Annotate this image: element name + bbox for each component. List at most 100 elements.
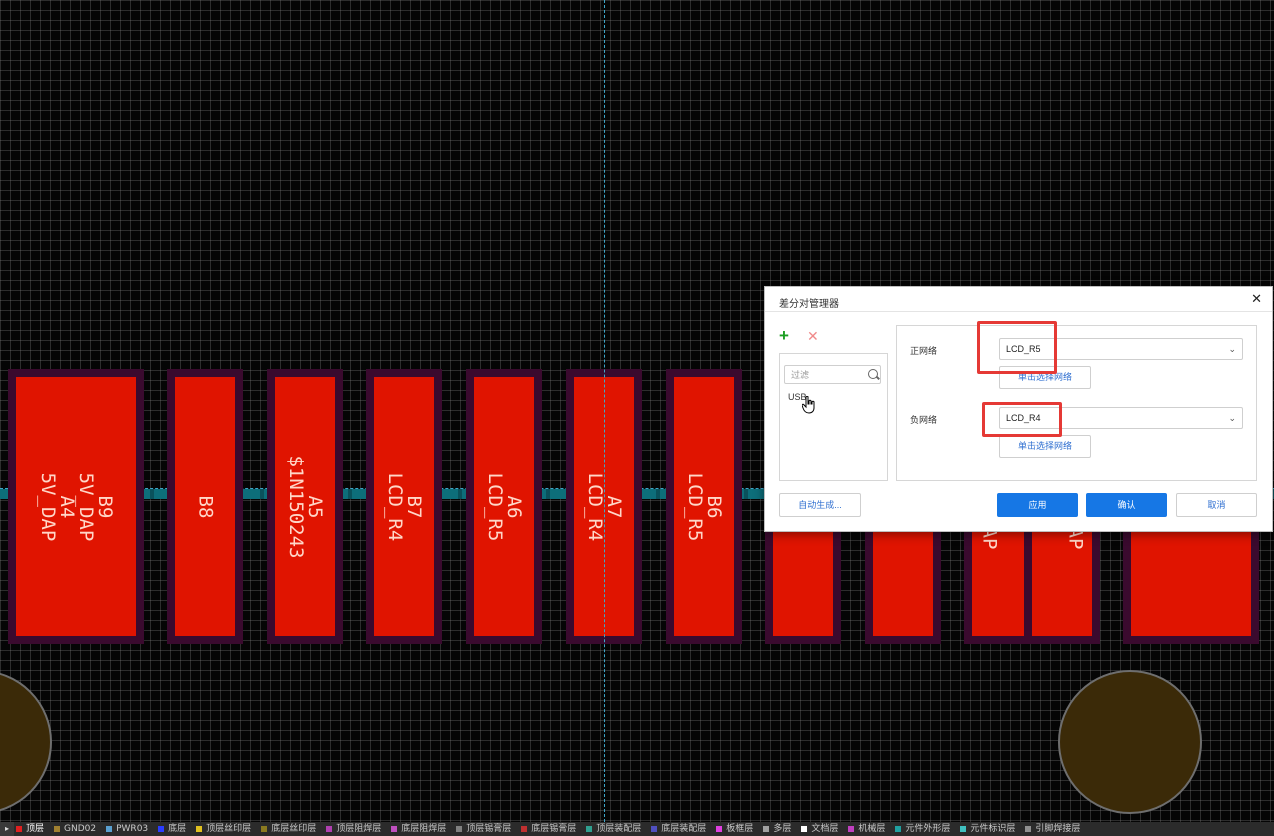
pad-label: B6 LCD_R5 (684, 472, 725, 541)
crosshair-vertical (604, 0, 605, 822)
layer-item[interactable]: 底层锡膏层 (521, 822, 576, 836)
layer-item[interactable]: 顶层 (16, 822, 44, 836)
pad-label: B9 5V_DAP A4 5V_DAP (37, 472, 116, 541)
negative-net-label: 负网络 (910, 415, 938, 425)
delete-pair-icon[interactable]: ✕ (807, 328, 819, 344)
layer-label: GND02 (64, 824, 97, 834)
layer-item[interactable]: 顶层丝印层 (196, 822, 251, 836)
pad[interactable]: A5 $1N150243 (275, 377, 335, 636)
layer-color-swatch[interactable] (1025, 826, 1032, 832)
layer-item[interactable]: 文档层 (801, 822, 838, 836)
list-item[interactable]: USB (788, 392, 807, 402)
pad[interactable]: A6 LCD_R5 (474, 377, 534, 636)
layer-item[interactable]: 底层 (158, 822, 186, 836)
layer-color-swatch[interactable] (106, 826, 113, 832)
net-settings-panel: 正网络 LCD_R5 ⌄ 单击选择网络 负网络 LCD_R4 ⌄ 单击选择网络 (896, 321, 1257, 481)
layer-item[interactable]: 底层装配层 (651, 822, 706, 836)
layer-item[interactable]: GND02 (54, 822, 96, 836)
mounting-hole[interactable] (0, 670, 52, 814)
layer-item[interactable]: 底层丝印层 (261, 822, 316, 836)
layer-label: 元件外形层 (905, 824, 951, 834)
diff-pair-manager-dialog: 差分对管理器 ✕ + ✕ USB 正网络 LCD_R5 ⌄ 单击选择网络 负网络… (764, 286, 1273, 532)
layer-label: 底层阻焊层 (401, 824, 447, 834)
layer-label: 顶层锡膏层 (466, 824, 512, 834)
layer-color-swatch[interactable] (716, 826, 723, 832)
negative-net-value: LCD_R4 (1006, 413, 1041, 423)
auto-generate-button[interactable]: 自动生成... (779, 493, 861, 517)
layer-label: 顶层阻焊层 (336, 824, 382, 834)
layer-label: 顶层 (26, 824, 45, 834)
apply-button[interactable]: 应用 (997, 493, 1078, 517)
layer-color-swatch[interactable] (763, 826, 770, 832)
title-divider (765, 311, 1272, 312)
layer-item[interactable]: 元件外形层 (895, 822, 950, 836)
chevron-down-icon: ⌄ (1228, 413, 1236, 423)
layer-color-swatch[interactable] (391, 826, 398, 832)
layer-label: 板框层 (726, 824, 754, 834)
mounting-hole[interactable] (1058, 670, 1202, 814)
layer-list: 顶层 GND02 PWR03 底层 顶层丝印层 底层丝印层 顶层阻焊层 底层阻焊层 顶层锡膏层 底… (16, 822, 1090, 836)
pad[interactable]: B8 (175, 377, 235, 636)
layer-item[interactable]: PWR03 (106, 822, 148, 836)
pad[interactable]: B9 5V_DAP A4 5V_DAP (16, 377, 136, 636)
layer-label: 底层丝印层 (271, 824, 317, 834)
pad[interactable]: B7 LCD_R4 (374, 377, 434, 636)
positive-net-value: LCD_R5 (1006, 344, 1041, 354)
pair-list-panel: USB (779, 353, 888, 481)
layer-item[interactable]: 顶层装配层 (586, 822, 641, 836)
layer-color-swatch[interactable] (326, 826, 333, 832)
negative-net-select[interactable]: LCD_R4 ⌄ (999, 407, 1243, 429)
layer-item[interactable]: 多层 (763, 822, 791, 836)
layer-label: 底层 (168, 824, 187, 834)
layer-bar: ▸ 顶层 GND02 PWR03 底层 顶层丝印层 底层丝印层 顶层阻焊层 底层阻焊层 顶层锡膏… (0, 822, 1274, 836)
layer-color-swatch[interactable] (261, 826, 268, 832)
layer-color-swatch[interactable] (521, 826, 528, 832)
pad-label: B7 LCD_R4 (384, 472, 425, 541)
layer-color-swatch[interactable] (651, 826, 658, 832)
layer-item[interactable]: 顶层锡膏层 (456, 822, 511, 836)
layer-color-swatch[interactable] (960, 826, 967, 832)
layer-color-swatch[interactable] (801, 826, 808, 832)
confirm-button[interactable]: 确认 (1086, 493, 1167, 517)
layer-color-swatch[interactable] (54, 826, 61, 832)
close-icon[interactable]: ✕ (1251, 291, 1262, 307)
layer-label: 顶层丝印层 (206, 824, 252, 834)
pad-label: B8 (194, 495, 217, 518)
search-icon[interactable] (868, 369, 878, 379)
layer-label: PWR03 (116, 824, 149, 834)
layer-item[interactable]: 底层阻焊层 (391, 822, 446, 836)
layer-color-swatch[interactable] (895, 826, 902, 832)
layer-color-swatch[interactable] (848, 826, 855, 832)
layer-color-swatch[interactable] (456, 826, 463, 832)
layer-color-swatch[interactable] (16, 826, 22, 832)
pad-label: A6 LCD_R5 (484, 472, 525, 541)
pad[interactable]: B6 LCD_R5 (674, 377, 734, 636)
layer-color-swatch[interactable] (158, 826, 165, 832)
dialog-title: 差分对管理器 (779, 299, 839, 310)
layer-label: 机械层 (858, 824, 886, 834)
collapse-arrow-icon[interactable]: ▸ (0, 822, 14, 836)
layer-item[interactable]: 板框层 (716, 822, 753, 836)
layer-label: 引脚焊接层 (1035, 824, 1081, 834)
pad-label: A5 $1N150243 (285, 455, 326, 558)
cancel-button[interactable]: 取消 (1176, 493, 1257, 517)
layer-item[interactable]: 顶层阻焊层 (326, 822, 381, 836)
filter-input[interactable] (784, 365, 881, 384)
positive-net-select[interactable]: LCD_R5 ⌄ (999, 338, 1243, 360)
chevron-down-icon: ⌄ (1228, 344, 1236, 354)
layer-label: 多层 (773, 824, 792, 834)
layer-item[interactable]: 元件标识层 (960, 822, 1015, 836)
layer-color-swatch[interactable] (196, 826, 203, 832)
layer-label: 顶层装配层 (596, 824, 642, 834)
layer-label: 文档层 (811, 824, 839, 834)
layer-item[interactable]: 机械层 (848, 822, 885, 836)
pick-negative-net-button[interactable]: 单击选择网络 (999, 435, 1091, 458)
positive-net-label: 正网络 (910, 346, 938, 356)
plus-icon[interactable]: + (779, 327, 789, 344)
layer-label: 元件标识层 (970, 824, 1016, 834)
layer-label: 底层锡膏层 (531, 824, 577, 834)
layer-color-swatch[interactable] (586, 826, 593, 832)
layer-item[interactable]: 引脚焊接层 (1025, 822, 1080, 836)
layer-label: 底层装配层 (661, 824, 707, 834)
pick-positive-net-button[interactable]: 单击选择网络 (999, 366, 1091, 389)
